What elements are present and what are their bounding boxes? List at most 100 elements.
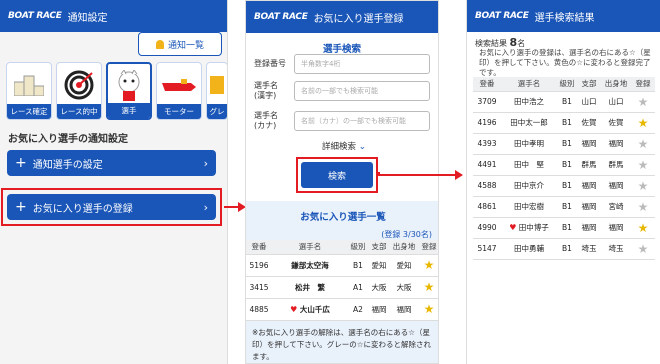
result-label: 検索結果 xyxy=(475,39,507,48)
registration-number-input[interactable]: 半角数字4桁 xyxy=(294,54,430,74)
player-number: 4196 xyxy=(473,112,501,134)
star-icon[interactable]: ★ xyxy=(638,137,649,151)
player-home: 福岡 xyxy=(601,175,631,197)
star-icon[interactable]: ★ xyxy=(638,179,649,193)
player-branch: 群馬 xyxy=(577,154,601,176)
button-label: お気に入り選手の登録 xyxy=(32,203,133,215)
name-kana-row: 選手名 (カナ) 名前（カナ）の一部でも検索可能 xyxy=(254,111,430,131)
player-home: 埼玉 xyxy=(601,238,631,260)
page-title: 通知設定 xyxy=(67,12,108,24)
col-header: 選手名 xyxy=(272,240,348,255)
category-grade[interactable]: グレ xyxy=(206,62,227,120)
player-branch: 福岡 xyxy=(368,298,390,321)
button-label: 通知選手の設定 xyxy=(32,159,103,171)
player-name[interactable]: 松井 繁 xyxy=(272,276,348,299)
result-unit: 名 xyxy=(517,39,526,48)
table-row: 4990 ♥ 田中博子 B1 福岡 福岡 ★ xyxy=(473,217,655,239)
category-icons: レース確定 レース的中 選手 モーター グレ xyxy=(6,62,227,120)
player-class: B1 xyxy=(348,254,368,277)
player-branch: 福岡 xyxy=(577,196,601,218)
player-number: 4861 xyxy=(473,196,501,218)
boat-race-logo: BOAT RACE xyxy=(8,11,62,21)
table-row: 5196 鎌部太空海 B1 愛知 愛知 ★ xyxy=(246,254,438,277)
unregister-note: ※お気に入り選手の解除は、選手名の右にある☆（星印）を押して下さい。グレーの☆に… xyxy=(252,327,431,361)
table-row: 4885 ♥ 大山千広 A2 福岡 福岡 ★ xyxy=(246,298,438,321)
player-home: 愛知 xyxy=(390,254,418,277)
header-bar: BOAT RACE お気に入り選手登録 xyxy=(246,1,438,33)
field-label: 選手名 (漢字) xyxy=(254,81,278,100)
category-label: レース的中 xyxy=(57,104,101,119)
bell-icon xyxy=(155,39,164,49)
player-home: 群馬 xyxy=(601,154,631,176)
table-row: 4588 田中京介 B1 福岡 福岡 ★ xyxy=(473,175,655,197)
player-branch: 埼玉 xyxy=(577,238,601,260)
name-kana-input[interactable]: 名前（カナ）の一部でも検索可能 xyxy=(294,111,430,131)
player-name[interactable]: 田中京介 xyxy=(501,175,557,197)
player-name[interactable]: 田中 堅 xyxy=(501,154,557,176)
register-note: お気に入り選手の登録は、選手名の右にある☆（星印）を押して下さい。黄色の☆に変わ… xyxy=(479,48,651,77)
star-icon[interactable]: ★ xyxy=(638,242,649,256)
player-name[interactable]: 田中勇輔 xyxy=(501,238,557,260)
category-race-hit[interactable]: レース的中 xyxy=(56,62,102,120)
player-home: 福岡 xyxy=(390,298,418,321)
page-title: 選手検索結果 xyxy=(534,12,595,24)
player-class: A1 xyxy=(348,276,368,299)
grade-icon xyxy=(207,67,227,103)
player-search-results-screen: BOAT RACE 選手検索結果 検索結果 8名 お気に入り選手の登録は、選手名… xyxy=(466,0,660,364)
detail-search-toggle[interactable]: 詳細検索 ⌄ xyxy=(322,140,366,152)
table-row: 4196 田中太一郎 B1 佐賀 佐賀 ★ xyxy=(473,112,655,134)
player-home: 山口 xyxy=(601,91,631,113)
category-player[interactable]: 選手 xyxy=(106,62,152,120)
notification-player-settings-button[interactable]: + 通知選手の設定 › xyxy=(7,150,216,176)
player-name[interactable]: 大山千広 xyxy=(300,305,330,314)
player-number: 4491 xyxy=(473,154,501,176)
star-icon[interactable]: ★ xyxy=(424,280,435,294)
name-kanji-input[interactable]: 名前の一部でも検索可能 xyxy=(294,81,430,101)
col-header: 登番 xyxy=(246,240,272,255)
favorite-count: (登録 3/30名) xyxy=(381,230,432,239)
table-header-row: 登番 選手名 級別 支部 出身地 登録 xyxy=(246,240,438,255)
player-class: B1 xyxy=(557,196,577,218)
player-name[interactable]: 鎌部太空海 xyxy=(272,254,348,277)
star-icon[interactable]: ★ xyxy=(638,200,649,214)
category-race-result[interactable]: レース確定 xyxy=(6,62,52,120)
player-name[interactable]: 田中博子 xyxy=(519,223,549,232)
field-label: 登録番号 xyxy=(254,59,286,68)
player-class: A2 xyxy=(348,298,368,321)
player-number: 4393 xyxy=(473,133,501,155)
player-home: 佐賀 xyxy=(601,112,631,134)
category-label: 選手 xyxy=(108,103,150,118)
name-kanji-row: 選手名 (漢字) 名前の一部でも検索可能 xyxy=(254,81,430,101)
star-icon[interactable]: ★ xyxy=(638,95,649,109)
player-class: B1 xyxy=(557,91,577,113)
player-name[interactable]: 田中太一郎 xyxy=(501,112,557,134)
star-icon[interactable]: ★ xyxy=(424,302,435,316)
player-number: 5196 xyxy=(246,254,272,277)
table-row: 4491 田中 堅 B1 群馬 群馬 ★ xyxy=(473,154,655,176)
notification-list-button[interactable]: 通知一覧 xyxy=(138,32,222,56)
col-header: 支部 xyxy=(368,240,390,255)
register-favorite-player-button[interactable]: + お気に入り選手の登録 › xyxy=(7,194,216,220)
player-branch: 福岡 xyxy=(577,217,601,239)
star-icon[interactable]: ★ xyxy=(638,116,649,130)
arrow-head-icon xyxy=(455,170,463,180)
player-number: 3709 xyxy=(473,91,501,113)
player-number: 5147 xyxy=(473,238,501,260)
col-header: 選手名 xyxy=(501,77,557,92)
search-result-table: 登番 選手名 級別 支部 出身地 登録 3709 田中浩之 B1 山口 山口 ★ 4196 田… xyxy=(473,77,655,260)
table-row: 5147 田中勇輔 B1 埼玉 埼玉 ★ xyxy=(473,238,655,260)
player-number: 4990 xyxy=(473,217,501,239)
star-icon[interactable]: ★ xyxy=(424,258,435,272)
category-motor[interactable]: モーター xyxy=(156,62,202,120)
notification-settings-screen: BOAT RACE 通知設定 通知一覧 レース確定 レース的中 選手 モーター … xyxy=(0,0,228,364)
heart-icon: ♥ xyxy=(509,223,517,232)
star-icon[interactable]: ★ xyxy=(638,221,649,235)
search-button[interactable]: 検索 xyxy=(301,162,373,188)
player-name[interactable]: 田中浩之 xyxy=(501,91,557,113)
player-name[interactable]: 田中孝明 xyxy=(501,133,557,155)
star-icon[interactable]: ★ xyxy=(638,158,649,172)
player-name[interactable]: 田中宏樹 xyxy=(501,196,557,218)
player-branch: 大阪 xyxy=(368,276,390,299)
favorite-list-section: お気に入り選手一覧 (登録 3/30名) 登番 選手名 級別 支部 出身地 登録… xyxy=(246,201,438,363)
player-branch: 愛知 xyxy=(368,254,390,277)
